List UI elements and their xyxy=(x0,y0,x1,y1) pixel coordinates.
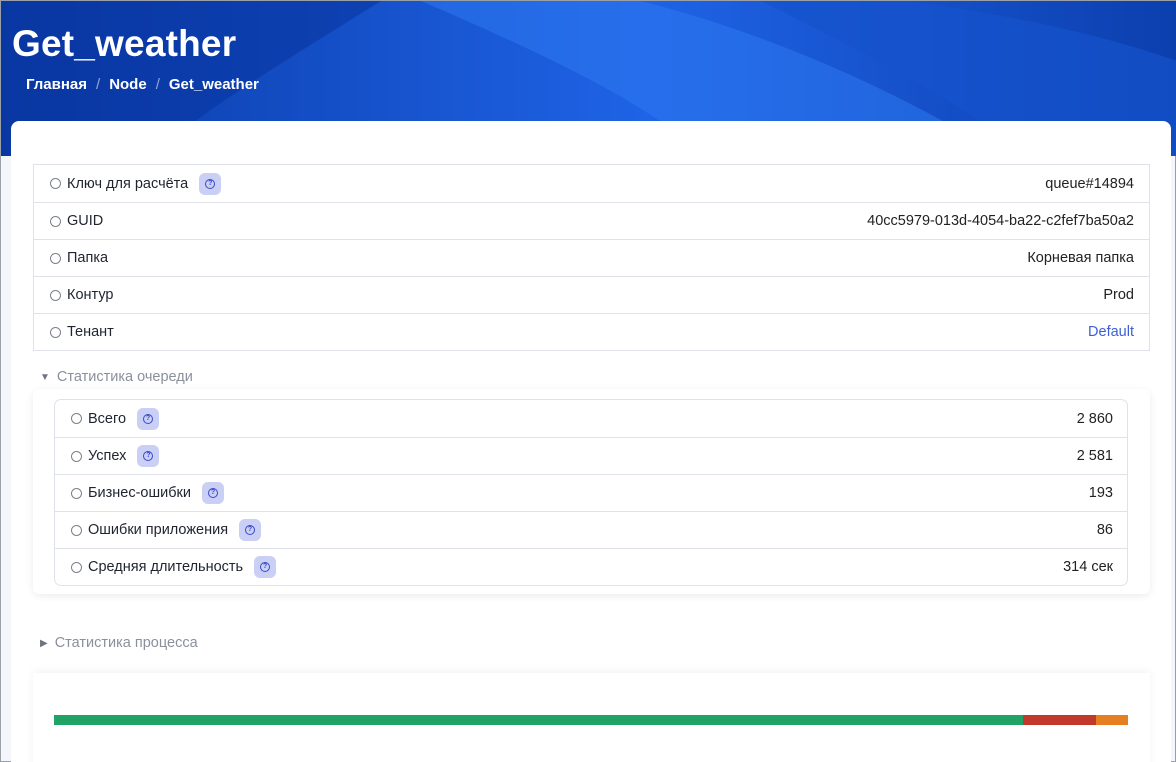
help-icon[interactable]: ? xyxy=(199,172,222,195)
content-card: Ключ для расчёта ? queue#14894 GUID 40cc… xyxy=(11,121,1171,762)
stat-value: 2 581 xyxy=(1076,448,1113,464)
properties-list: Ключ для расчёта ? queue#14894 GUID 40cc… xyxy=(33,164,1150,351)
stat-value: 2 860 xyxy=(1076,410,1113,427)
property-row-tenant: Тенант Default xyxy=(34,313,1149,350)
stat-row-total: Всего ? 2 860 xyxy=(55,400,1127,437)
property-label: Тенант xyxy=(67,324,114,340)
breadcrumb-separator: / xyxy=(96,76,101,93)
property-row-contour: Контур Prod xyxy=(34,276,1149,313)
property-row-folder: Папка Корневая папка xyxy=(34,239,1149,276)
queue-stats-panel: Всего ? 2 860 Успех ? 2 581 Бизнес-ошибк… xyxy=(33,389,1150,594)
radio-icon[interactable] xyxy=(71,561,82,573)
radio-icon[interactable] xyxy=(71,487,82,499)
help-icon[interactable]: ? xyxy=(201,482,224,504)
breadcrumb-current: Get_weather xyxy=(168,76,259,93)
property-value: queue#14894 xyxy=(1045,175,1134,192)
property-label: Ключ для расчёта xyxy=(67,175,189,192)
property-label: GUID xyxy=(67,213,104,229)
stat-label: Успех xyxy=(88,448,127,464)
property-label: Папка xyxy=(67,250,109,266)
stat-row-business-errors: Бизнес-ошибки ? 193 xyxy=(55,474,1127,511)
progress-bar xyxy=(54,715,1128,725)
property-row-guid: GUID 40cc5979-013d-4054-ba22-c2fef7ba50a… xyxy=(34,202,1149,239)
help-icon[interactable]: ? xyxy=(239,519,262,541)
page-title: Get_weather xyxy=(12,23,237,64)
stat-row-success: Успех ? 2 581 xyxy=(55,437,1127,474)
radio-icon[interactable] xyxy=(50,178,61,189)
progress-segment-business-errors xyxy=(1023,715,1096,725)
property-label: Контур xyxy=(67,287,114,303)
stat-value: 314 сек xyxy=(1063,559,1113,575)
stat-label: Ошибки приложения xyxy=(88,522,229,538)
breadcrumb-node[interactable]: Node xyxy=(109,76,147,93)
queue-stats-list: Всего ? 2 860 Успех ? 2 581 Бизнес-ошибк… xyxy=(54,399,1128,586)
stat-value: 193 xyxy=(1088,485,1113,501)
stat-value: 86 xyxy=(1096,522,1113,538)
property-value: Prod xyxy=(1103,287,1134,303)
breadcrumb-separator: / xyxy=(155,76,160,93)
process-stats-title: Статистика процесса xyxy=(54,635,198,651)
radio-icon[interactable] xyxy=(50,289,61,301)
triangle-right-icon: ▶ xyxy=(40,637,48,649)
triangle-down-icon: ▼ xyxy=(40,371,50,383)
stat-row-avg-duration: Средняя длительность ? 314 сек xyxy=(55,548,1127,585)
stat-label: Средняя длительность xyxy=(88,559,244,575)
stat-row-app-errors: Ошибки приложения ? 86 xyxy=(55,511,1127,548)
progress-segment-app-errors xyxy=(1095,715,1128,725)
queue-stats-title: Статистика очереди xyxy=(56,369,193,385)
breadcrumb-home[interactable]: Главная xyxy=(26,76,87,93)
process-stats-toggle[interactable]: ▶ Статистика процесса xyxy=(40,635,198,651)
stat-label: Бизнес-ошибки xyxy=(88,485,191,501)
radio-icon[interactable] xyxy=(50,215,61,227)
radio-icon[interactable] xyxy=(50,252,61,264)
process-stats-panel xyxy=(33,673,1150,762)
stat-label: Всего xyxy=(88,410,127,427)
help-icon[interactable]: ? xyxy=(137,407,160,430)
tenant-link[interactable]: Default xyxy=(1088,324,1134,340)
queue-stats-toggle[interactable]: ▼ Статистика очереди xyxy=(40,369,193,385)
help-icon[interactable]: ? xyxy=(254,556,277,578)
breadcrumb: Главная / Node / Get_weather xyxy=(26,76,259,93)
property-row-key: Ключ для расчёта ? queue#14894 xyxy=(34,165,1149,202)
radio-icon[interactable] xyxy=(71,450,82,462)
radio-icon[interactable] xyxy=(71,524,82,536)
property-value: 40cc5979-013d-4054-ba22-c2fef7ba50a2 xyxy=(867,213,1134,229)
progress-segment-success xyxy=(54,715,1024,725)
radio-icon[interactable] xyxy=(71,413,82,424)
radio-icon[interactable] xyxy=(50,326,61,338)
help-icon[interactable]: ? xyxy=(137,445,160,467)
property-value: Корневая папка xyxy=(1027,250,1134,266)
